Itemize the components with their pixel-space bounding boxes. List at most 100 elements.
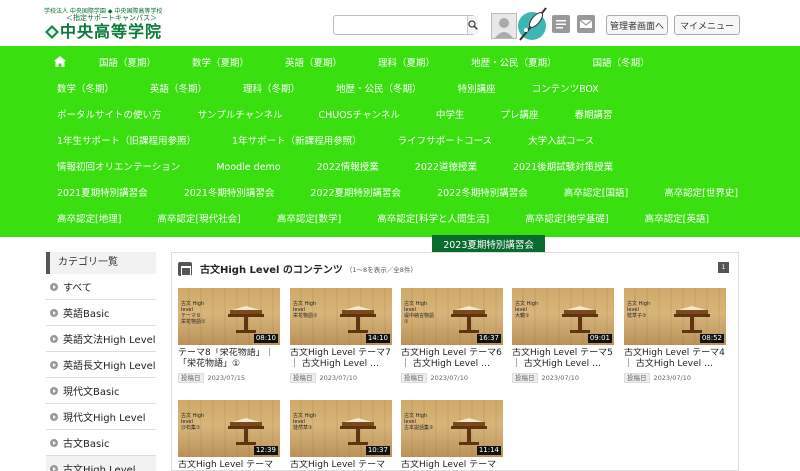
video-thumbnail[interactable]: 古文 High level 堤中納言物語① 16:37 <box>401 288 503 345</box>
video-thumbnail[interactable]: 古文 High level 沙石集① 12:39 <box>178 400 280 457</box>
video-duration: 12:39 <box>253 446 278 455</box>
nav-item[interactable]: 国語（夏期） <box>88 51 167 77</box>
nav-item[interactable]: 理科（夏期） <box>367 51 446 77</box>
nav-item[interactable]: 高卒認定[世界史] <box>653 181 749 207</box>
video-thumbnail[interactable]: 古文 High level 大鏡① 09:01 <box>512 288 614 345</box>
nav-item[interactable]: 高卒認定[現代社会] <box>146 207 251 233</box>
sidebar-item-label: 英語Basic <box>63 309 110 320</box>
video-title[interactable]: 古文High Level テーマ <box>178 460 280 471</box>
sidebar-item[interactable]: 現代文Basic <box>46 378 156 404</box>
video-date: 2023/07/10 <box>319 374 357 382</box>
nav-item[interactable]: 大学入試コース <box>517 129 605 155</box>
search-icon <box>468 20 478 30</box>
nav-item[interactable]: プレ講座 <box>489 103 549 129</box>
video-card[interactable]: 古文 High level 徒然草① 10:37 古文High Level テーマ <box>290 400 392 471</box>
nav-item[interactable]: ライフサポートコース <box>387 129 504 155</box>
nav-item[interactable]: 高卒認定[科学と人間生活] <box>366 207 500 233</box>
video-card[interactable]: 古文 High level 古本説話集① 11:14 古文High Level テー… <box>401 400 503 471</box>
sidebar-item[interactable]: 現代文High Level <box>46 404 156 430</box>
thumbnail-label: 古文 High level 大鏡① <box>515 301 539 319</box>
nav-item[interactable]: 理科（冬期） <box>232 77 311 103</box>
video-title[interactable]: 古文High Level テーマ7｜ 古文High Level … <box>290 348 392 370</box>
nav-item[interactable]: 2021後期試験対策授業 <box>502 155 624 181</box>
nav-item[interactable]: 地歴・公民（夏期） <box>460 51 568 77</box>
nav-item[interactable]: 特別講座 <box>447 77 507 103</box>
nav-item[interactable]: 中学生 <box>425 103 476 129</box>
nav-item[interactable]: 春期講習 <box>563 103 623 129</box>
book-stand-icon <box>674 306 710 333</box>
box-icon <box>178 261 192 276</box>
admin-page-button[interactable]: 管理者画面へ <box>606 15 668 35</box>
video-title[interactable]: 古文High Level テーマ5｜ 古文High Level … <box>512 348 614 370</box>
video-card[interactable]: 古文 High level 枕草子① 08:52 古文High Level テーマ4… <box>624 288 726 383</box>
video-thumbnail[interactable]: 古文 High level 徒然草① 10:37 <box>290 400 392 457</box>
nav-item[interactable]: 高卒認定[英語] <box>634 207 720 233</box>
nav-item[interactable]: サンプルチャンネル <box>187 103 294 129</box>
video-thumbnail[interactable]: 古文 High level 枕草子① 08:52 <box>624 288 726 345</box>
video-thumbnail[interactable]: 古文 High level テーマ８ 栄花物語① 08:10 <box>178 288 280 345</box>
nav-item[interactable]: 高卒認定[数学] <box>266 207 352 233</box>
thumbnail-label: 古文 High level 古本説話集① <box>404 413 434 431</box>
video-card[interactable]: 古文 High level 堤中納言物語① 16:37 古文High Level テ… <box>401 288 503 383</box>
sidebar-item[interactable]: 英語Basic <box>46 300 156 326</box>
sidebar-item[interactable]: 古文High Level <box>46 456 156 471</box>
nav-item[interactable]: コンテンツBOX <box>521 77 610 103</box>
nav-item[interactable]: 国語（冬期） <box>582 51 661 77</box>
sidebar-item[interactable]: 英語文法High Level <box>46 326 156 352</box>
video-title[interactable]: 古文High Level テーマ <box>290 460 392 471</box>
nav-item[interactable]: 2022冬期特別講習会 <box>426 181 539 207</box>
chat-icon[interactable] <box>552 15 570 37</box>
video-card[interactable]: 古文 High level テーマ８ 栄花物語① 08:10 テーマ8「栄花物語」｜… <box>178 288 280 383</box>
thumbnail-label: 古文 High level 堤中納言物語① <box>404 301 435 325</box>
nav-item[interactable]: 2022道徳授業 <box>404 155 488 181</box>
nav-item[interactable]: 1年生サポート（旧課程用参照） <box>46 129 207 155</box>
nav-item[interactable]: 2022夏期特別講習会 <box>299 181 412 207</box>
mail-icon[interactable] <box>577 15 595 37</box>
nav-item[interactable]: 2021夏期特別講習会 <box>46 181 159 207</box>
video-card[interactable]: 古文 High level 大鏡① 09:01 古文High Level テーマ5｜… <box>512 288 614 383</box>
date-key: 投稿日 <box>624 373 650 383</box>
video-duration: 09:01 <box>587 334 612 343</box>
video-card[interactable]: 古文 High level 栄花物語① 14:10 古文High Level テーマ… <box>290 288 392 383</box>
nav-item[interactable]: 地歴・公民（冬期） <box>325 77 433 103</box>
sidebar-item[interactable]: 英語長文High Level <box>46 352 156 378</box>
nav-item[interactable]: 高卒認定[地理] <box>46 207 132 233</box>
nav-item[interactable]: 2022情報授業 <box>306 155 390 181</box>
nav-item[interactable]: Moodle demo <box>205 155 291 181</box>
video-title[interactable]: 古文High Level テーマ4｜ 古文High Level … <box>624 348 726 370</box>
video-duration: 14:10 <box>365 334 390 343</box>
sidebar-item[interactable]: 古文Basic <box>46 430 156 456</box>
video-duration: 10:37 <box>365 446 390 455</box>
nav-item[interactable]: 数学（夏期） <box>181 51 260 77</box>
nav-home[interactable] <box>46 51 74 77</box>
nav-item[interactable]: 2021冬期特別講習会 <box>173 181 286 207</box>
book-stand-icon <box>451 306 487 333</box>
video-title[interactable]: 古文High Level テーマ <box>401 460 503 471</box>
nav-item[interactable]: 1年サポート（新課程用参照） <box>221 129 373 155</box>
book-stand-icon <box>340 306 376 333</box>
video-title[interactable]: テーマ8「栄花物語」｜「栄花物語」① <box>178 348 280 370</box>
search-input[interactable] <box>334 16 467 34</box>
site-logo[interactable]: 学校法人 中央国際学園 ◆ 中央国際高等学校 ＜指定サポートキャンパス＞ 中央高… <box>44 8 184 42</box>
sidebar-item-label: 英語長文High Level <box>63 361 156 372</box>
nav-item[interactable]: ポータルサイトの使い方 <box>46 103 173 129</box>
video-date-row: 投稿日 2023/07/10 <box>401 373 503 383</box>
nav-item[interactable]: CHUOSチャンネル <box>307 103 410 129</box>
video-card[interactable]: 古文 High level 沙石集① 12:39 古文High Level テーマ <box>178 400 280 471</box>
sidebar-item[interactable]: すべて <box>46 274 156 300</box>
nav-item[interactable]: 高卒認定[国語] <box>553 181 639 207</box>
site-header: 学校法人 中央国際学園 ◆ 中央国際高等学校 ＜指定サポートキャンパス＞ 中央高… <box>0 0 800 46</box>
nav-item[interactable]: 情報初回オリエンテーション <box>46 155 191 181</box>
nav-item[interactable]: 英語（夏期） <box>274 51 353 77</box>
nav-item[interactable]: 高卒認定[地学基礎] <box>514 207 619 233</box>
search-button[interactable] <box>467 16 478 34</box>
my-menu-button[interactable]: マイメニュー <box>674 15 740 35</box>
date-key: 投稿日 <box>401 373 427 383</box>
video-title[interactable]: 古文High Level テーマ6｜ 古文High Level … <box>401 348 503 370</box>
video-thumbnail[interactable]: 古文 High level 栄花物語① 14:10 <box>290 288 392 345</box>
video-thumbnail[interactable]: 古文 High level 古本説話集① 11:14 <box>401 400 503 457</box>
video-duration: 08:10 <box>253 334 278 343</box>
page-badge[interactable]: 1 <box>718 262 729 273</box>
nav-item[interactable]: 英語（冬期） <box>139 77 218 103</box>
nav-item[interactable]: 数学（冬期） <box>46 77 125 103</box>
